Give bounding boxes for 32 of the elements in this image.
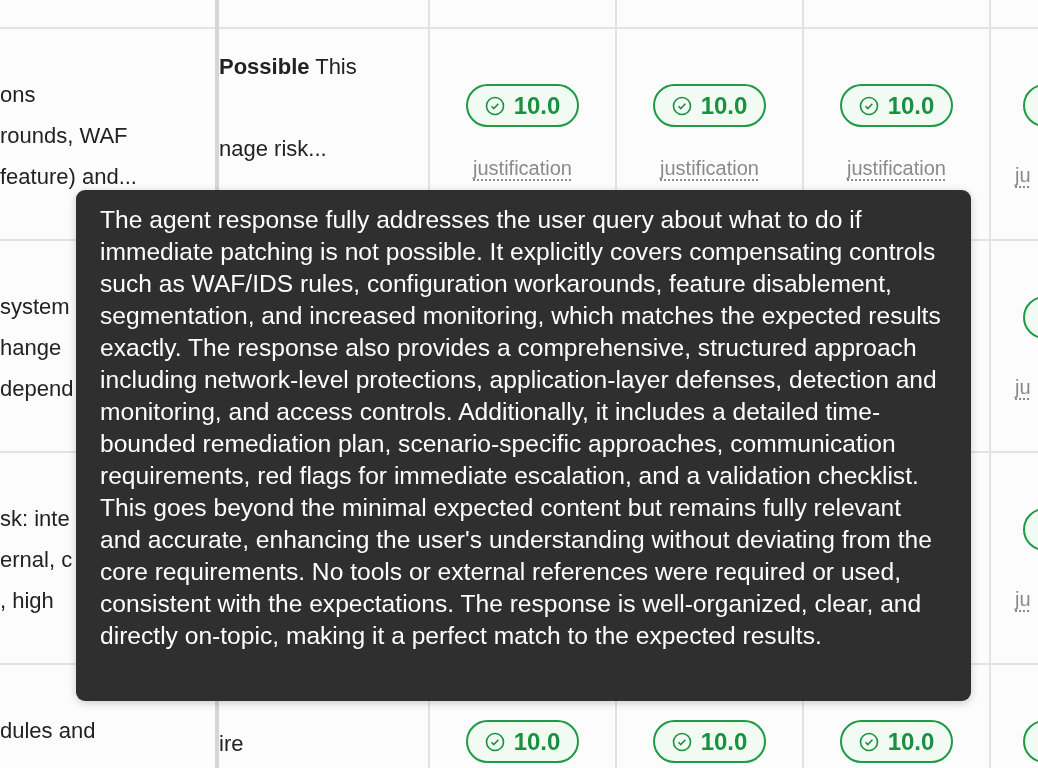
check-circle-icon xyxy=(484,731,505,752)
score-badge: 10.0 xyxy=(465,84,580,127)
score-badge: 10.0 xyxy=(465,720,580,763)
tooltip: The agent response fully addresses the user query about what to do if immediate patching is not possible. It explicitly covers compensating controls such as WAF/IDS rules, configuration workarounds, feature disablement, segmentation, and increased monitoring, which matches the expected results exactly. The response also provides a comprehensive, structured approach including network-level protections, application-layer defenses, detection and monitoring, and access controls. Additionally, it includes a detailed time-bounded remediation plan, scenario-specific approaches, communication requirements, red flags for immediate escalation, and a validation checklist. This goes beyond the minimal expected content but remains fully relevant and accurate, enhancing the user's understanding without deviating from the core requirements. No tools or external references were required or used, consistent with the expectations. The response is well-organized, clear, and directly on-topic, making it a perfect match to the expected results. xyxy=(76,190,971,701)
table-cell-text: dules and xyxy=(0,717,96,745)
table-cell-text: ire xyxy=(219,730,244,758)
check-circle-icon xyxy=(671,731,692,752)
table-cell-text: ernal, c xyxy=(0,546,73,574)
table-cell-text: system xyxy=(0,293,70,321)
table-cell-text: feature) and... xyxy=(0,163,137,191)
score-badge: 10.0 xyxy=(652,84,767,127)
justification-link[interactable]: ju xyxy=(1015,160,1031,190)
check-circle-icon xyxy=(858,95,879,116)
table-cell-text: depend xyxy=(0,375,74,403)
table-cell-text: nage risk... xyxy=(219,135,327,163)
check-circle-icon xyxy=(858,731,879,752)
justification-link[interactable]: justification xyxy=(660,153,759,183)
table-cell-text: , high xyxy=(0,587,54,615)
table-cell-text: ons xyxy=(0,81,36,109)
table-cell-text: hange xyxy=(0,334,62,362)
justification-link[interactable]: justification xyxy=(473,153,572,183)
score-badge: 10.0 xyxy=(652,720,767,763)
justification-link[interactable]: ju xyxy=(1015,372,1031,402)
table-cell-text: Possible This xyxy=(219,53,357,81)
justification-link[interactable]: justification xyxy=(847,153,946,183)
score-badge: 10.0 xyxy=(839,720,954,763)
table-cell-text: sk: inte xyxy=(0,505,70,533)
check-circle-icon xyxy=(484,95,505,116)
justification-link[interactable]: ju xyxy=(1015,584,1031,614)
check-circle-icon xyxy=(671,95,692,116)
table-cell-text: rounds, WAF xyxy=(0,122,128,150)
score-badge: 10.0 xyxy=(839,84,954,127)
